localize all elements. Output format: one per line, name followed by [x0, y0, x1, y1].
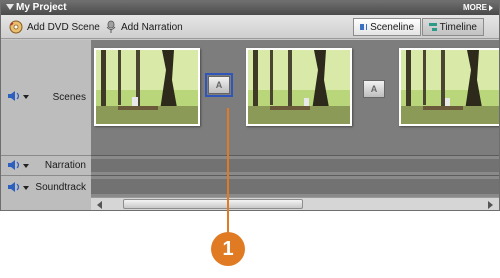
scene-thumbnail: [96, 50, 198, 124]
speaker-icon[interactable]: [7, 90, 21, 102]
scene-clip[interactable]: [94, 48, 200, 126]
soundtrack-track-header: Soundtrack: [1, 175, 91, 197]
add-narration-button[interactable]: Add Narration: [105, 19, 183, 35]
transition-icon: A: [215, 80, 223, 90]
scroll-left-icon[interactable]: [97, 201, 102, 209]
project-panel: My Project MORE Add DVD Scene Add Narrat…: [0, 0, 500, 211]
scrollbar-thumb[interactable]: [123, 199, 303, 209]
sceneline-icon: [360, 24, 368, 30]
sceneline-label: Sceneline: [370, 21, 414, 33]
timeline-button[interactable]: Timeline: [422, 18, 484, 36]
scenes-lane: A A: [91, 40, 499, 155]
add-narration-label: Add Narration: [121, 21, 183, 33]
speaker-menu-caret-icon[interactable]: [23, 164, 29, 168]
timeline-label: Timeline: [439, 21, 477, 33]
scene-thumbnail: [401, 50, 499, 124]
scene-clip[interactable]: [399, 48, 499, 126]
narration-lane[interactable]: [91, 155, 499, 175]
speaker-menu-caret-icon[interactable]: [23, 95, 29, 99]
add-dvd-scene-label: Add DVD Scene: [27, 21, 100, 33]
scene-thumbnail: [248, 50, 350, 124]
callout-line: [227, 108, 229, 234]
sceneline-button[interactable]: Sceneline: [353, 18, 421, 36]
transition-button-selected[interactable]: A: [205, 73, 233, 97]
scenes-track-header: Scenes: [1, 40, 91, 155]
narration-track-header: Narration: [1, 155, 91, 175]
speaker-menu-caret-icon[interactable]: [23, 186, 29, 190]
scenes-track-label: Scenes: [52, 92, 86, 103]
more-label: MORE: [463, 3, 487, 12]
microphone-icon: [106, 20, 116, 33]
more-arrow-icon: [489, 4, 493, 11]
scene-clip[interactable]: [246, 48, 352, 126]
dvd-disc-icon: [9, 20, 23, 34]
panel-title: My Project: [16, 2, 67, 13]
callout-badge: 1: [211, 232, 245, 266]
timeline-icon: [429, 23, 437, 31]
soundtrack-track-label: Soundtrack: [35, 182, 86, 193]
narration-track-label: Narration: [44, 160, 86, 171]
transition-button[interactable]: A: [363, 80, 385, 98]
speaker-icon[interactable]: [7, 181, 21, 193]
toolbar: Add DVD Scene Add Narration Sceneline Ti…: [1, 15, 499, 39]
transition-icon: A: [370, 84, 378, 94]
soundtrack-lane[interactable]: [91, 175, 499, 197]
more-button[interactable]: MORE: [463, 3, 493, 12]
add-dvd-scene-button[interactable]: Add DVD Scene: [9, 19, 100, 35]
scroll-right-icon[interactable]: [488, 201, 493, 209]
horizontal-scrollbar[interactable]: [91, 197, 499, 210]
scrollbar-spacer: [1, 197, 91, 210]
title-bar: My Project MORE: [1, 1, 499, 15]
speaker-icon[interactable]: [7, 159, 21, 171]
collapse-triangle-icon[interactable]: [6, 4, 14, 10]
